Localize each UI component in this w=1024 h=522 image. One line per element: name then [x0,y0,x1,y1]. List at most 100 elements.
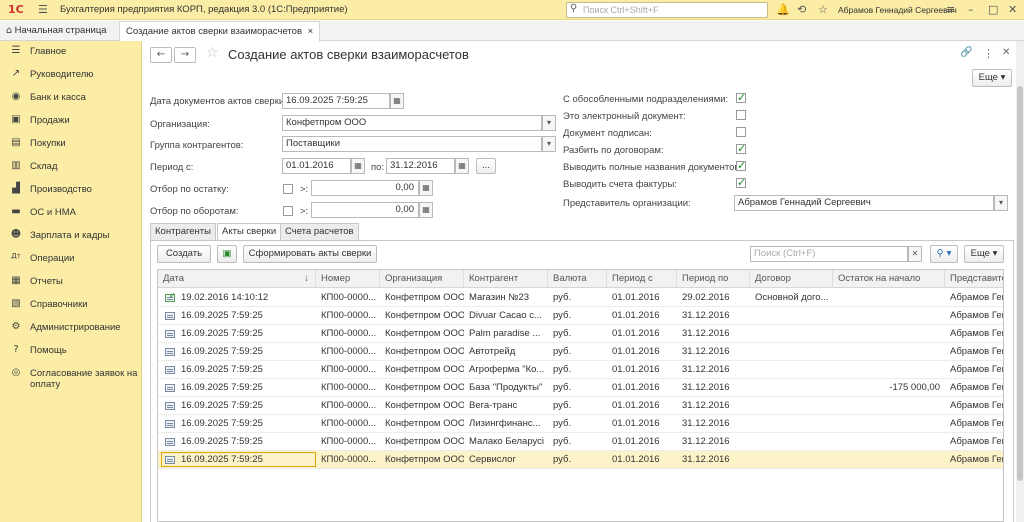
list-search-input[interactable]: Поиск (Ctrl+F) [750,246,908,262]
link-icon[interactable]: 🔗 [960,47,972,58]
sidebar-item-salary[interactable]: ☻ Зарплата и кадры [0,227,142,247]
calendar-icon[interactable]: ▦ [390,93,404,109]
sidebar-item-help[interactable]: ? Помощь [0,342,142,362]
sidebar-item-bank[interactable]: ◉ Банк и касса [0,89,142,109]
col-header-period-to[interactable]: Период по [677,270,750,288]
table-row[interactable]: 16.09.2025 7:59:25 КП00-0000... Конфетпром… [158,397,1003,415]
dropdown-icon[interactable]: ▾ [994,195,1008,211]
calculator-icon[interactable]: ▦ [419,180,433,196]
col-header-period-from[interactable]: Период с [607,270,677,288]
full-names-checkbox[interactable] [736,159,746,172]
balance-value-field[interactable]: 0,00 [311,180,419,196]
maximize-icon[interactable]: □ [988,3,998,16]
global-search-input[interactable]: ⚲ Поиск Ctrl+Shift+F [566,2,768,18]
date-field[interactable]: 16.09.2025 7:59:25 [282,93,390,109]
cell-number: КП00-0000... [321,346,377,357]
clear-search-icon[interactable]: ✕ [908,246,922,262]
search-button[interactable]: ⚲ ▾ [930,245,958,263]
table-row[interactable]: 16.09.2025 7:59:25 КП00-0000... Конфетпром… [158,379,1004,397]
cell-number: КП00-0000... [321,418,377,429]
sidebar-item-catalogs[interactable]: ▧ Справочники [0,296,142,316]
cell-org: Конфетпром ООО [385,292,464,303]
close-form-icon[interactable]: ✕ [1002,47,1010,58]
sidebar-item-approval[interactable]: ◎ Согласование заявок на оплату [0,365,142,395]
more-vert-icon[interactable]: ⋮ [983,47,994,60]
table-row[interactable]: 19.02.2016 14:10:12 КП00-0000... Конфетпро… [158,289,1003,307]
table-row[interactable]: 16.09.2025 7:59:25 КП00-0000... Конфетпром… [158,307,1003,325]
forward-button[interactable]: → [174,47,196,63]
table-row[interactable]: 16.09.2025 7:59:25 КП00-0000... Конфетпром… [158,433,1003,451]
turnover-filter-checkbox[interactable] [283,206,293,216]
create-button[interactable]: Создать [157,245,211,263]
table-row[interactable]: 16.09.2025 7:59:25 КП00-0000... Конфетпром… [158,451,1003,469]
tab-current[interactable]: Создание актов сверки взаиморасчетов × [119,21,321,42]
period-to-label: по: [371,162,385,173]
table-row[interactable]: 16.09.2025 7:59:25 КП00-0000... Конфетпром… [158,415,1003,433]
sidebar-item-sales[interactable]: ▣ Продажи [0,112,142,132]
electronic-checkbox[interactable] [736,110,746,120]
more-button[interactable]: Еще ▾ [972,69,1012,87]
sidebar-item-admin[interactable]: ⚙ Администрирование [0,319,142,339]
col-header-number[interactable]: Номер [316,270,380,288]
dropdown-icon[interactable]: ▾ [542,115,556,131]
tab-settlement-accounts[interactable]: Счета расчетов [280,223,359,240]
col-header-org[interactable]: Организация [380,270,464,288]
history-icon[interactable]: ⟲ [797,3,806,16]
sidebar-item-warehouse[interactable]: ▥ Склад [0,158,142,178]
document-icon [165,384,175,392]
back-button[interactable]: ← [150,47,172,63]
subdivisions-checkbox[interactable] [736,91,746,104]
signed-checkbox[interactable] [736,127,746,137]
minimize-icon[interactable]: – [968,3,974,16]
sidebar-item-main[interactable]: ☰ Главное [0,43,142,63]
generate-acts-button[interactable]: Сформировать акты сверки [243,245,377,263]
col-header-currency[interactable]: Валюта [548,270,607,288]
balance-filter-checkbox[interactable] [283,184,293,194]
period-from-field[interactable]: 01.01.2016 [282,158,351,174]
sidebar-item-reports[interactable]: ▦ Отчеты [0,273,142,293]
period-select-button[interactable]: ... [476,158,496,174]
invoices-checkbox[interactable] [736,176,746,189]
sidebar-item-assets[interactable]: ▬ ОС и НМА [0,204,142,224]
col-header-date[interactable]: Дата ↓ [158,270,316,288]
cell-representative: Абрамов Ген [950,382,1004,393]
favorites-star-icon[interactable]: ☆ [818,3,828,16]
table-row[interactable]: 16.09.2025 7:59:25 КП00-0000... Конфетпром… [158,325,1003,343]
close-window-icon[interactable]: ✕ [1008,3,1017,16]
sidebar-item-production[interactable]: ▟ Производство [0,181,142,201]
close-tab-icon[interactable]: × [308,26,314,37]
col-header-contract[interactable]: Договор [750,270,833,288]
bell-icon[interactable]: 🔔 [776,3,790,16]
tab-home[interactable]: ⌂ Начальная страница [0,21,113,41]
settings-icon[interactable]: ≡ [946,3,955,16]
col-header-counterparty[interactable]: Контрагент [464,270,548,288]
sidebar-item-manager[interactable]: ↗ Руководителю [0,66,142,86]
list-more-button[interactable]: Еще ▾ [964,245,1004,263]
cell-counterparty: Автотрейд [469,346,516,357]
table-row[interactable]: 16.09.2025 7:59:25 КП00-0000... Конфетпром… [158,361,1003,379]
calendar-icon[interactable]: ▦ [351,158,365,174]
table-row[interactable]: 16.09.2025 7:59:25 КП00-0000... Конфетпром… [158,343,1003,361]
cell-period-to: 31.12.2016 [682,454,730,465]
tab-reconciliation-acts[interactable]: Акты сверки [217,223,282,241]
user-name[interactable]: Абрамов Геннадий Сергеевич [838,5,957,15]
representative-field[interactable]: Абрамов Геннадий Сергеевич [734,195,994,211]
org-field[interactable]: Конфетпром ООО [282,115,542,131]
favorite-star-icon[interactable]: ☆ [206,45,219,61]
group-field[interactable]: Поставщики [282,136,542,152]
col-header-opening-balance[interactable]: Остаток на начало [833,270,945,288]
vertical-scrollbar[interactable] [1016,41,1024,522]
by-contracts-checkbox[interactable] [736,142,746,155]
period-to-field[interactable]: 31.12.2016 [386,158,455,174]
hamburger-icon[interactable]: ☰ [38,3,48,16]
tab-counterparties[interactable]: Контрагенты [150,223,216,240]
calendar-icon[interactable]: ▦ [455,158,469,174]
calculator-icon[interactable]: ▦ [419,202,433,218]
turnover-value-field[interactable]: 0,00 [311,202,419,218]
copy-button[interactable]: ▣ [217,245,237,263]
col-header-representative[interactable]: Представите [945,270,1003,288]
sidebar-item-purchases[interactable]: ▤ Покупки [0,135,142,155]
dropdown-icon[interactable]: ▾ [542,136,556,152]
sidebar-item-operations[interactable]: Дт Операции [0,250,142,270]
cell-number: КП00-0000... [321,328,377,339]
